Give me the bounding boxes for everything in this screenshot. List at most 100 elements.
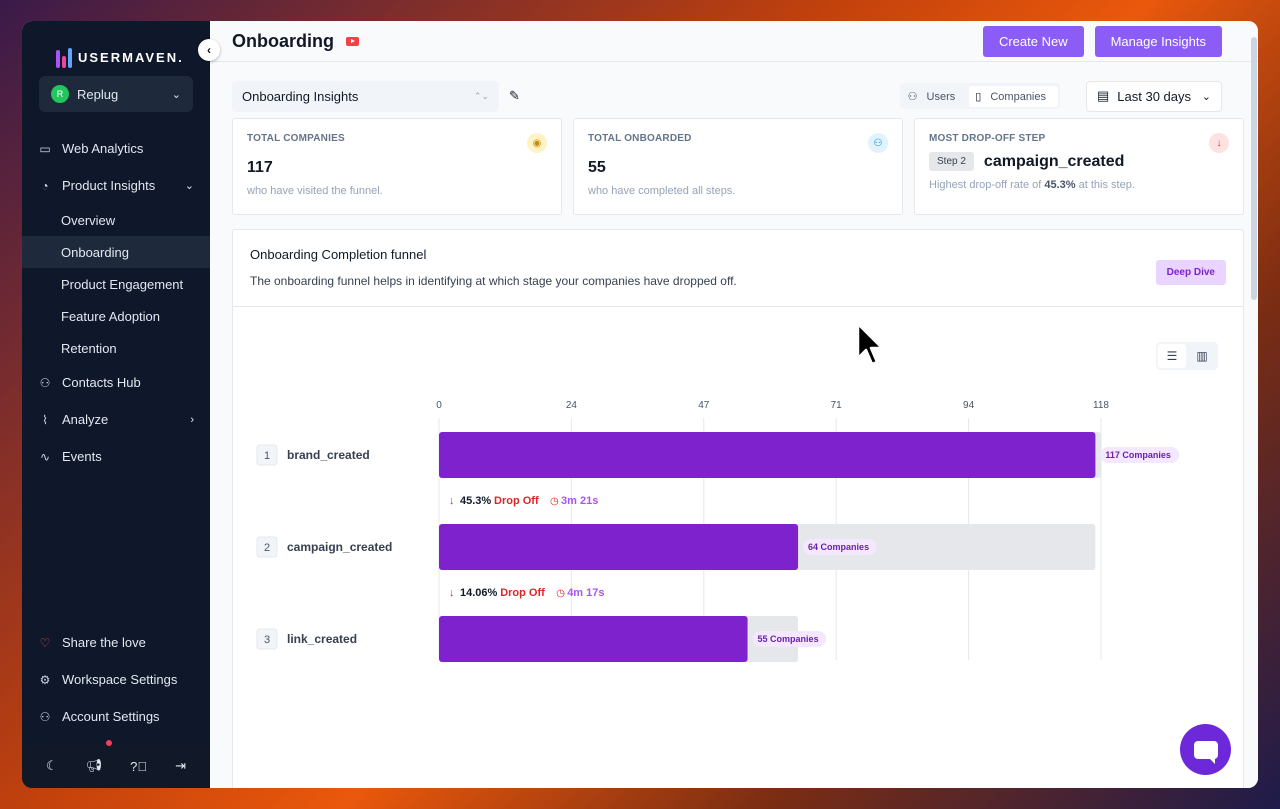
sidebar-footer: ☾ 📢︎ ?⃝ ⇥ — [22, 738, 210, 788]
insight-select-value: Onboarding Insights — [242, 88, 359, 104]
bar — [439, 524, 799, 570]
collapse-sidebar-button[interactable]: ‹ — [198, 39, 220, 61]
scrollbar[interactable] — [1250, 21, 1258, 788]
clock-icon: ◷ — [556, 588, 565, 599]
deep-dive-button[interactable]: Deep Dive — [1155, 260, 1226, 285]
step-index: 2 — [264, 542, 270, 554]
funnel-title: Onboarding Completion funnel — [250, 247, 427, 262]
chat-button[interactable] — [1180, 724, 1231, 775]
drop-off-rate: 45.3% — [460, 495, 491, 507]
workspace-selector[interactable]: R Replug ⌄ — [39, 76, 193, 112]
sidebar-subitem-onboarding[interactable]: Onboarding — [22, 236, 210, 268]
users-icon: ⚇ — [868, 133, 888, 153]
edit-icon[interactable]: ✎ — [509, 88, 520, 104]
sidebar-item-web-analytics[interactable]: ▭ Web Analytics — [22, 130, 210, 167]
workspace-name: Replug — [77, 86, 119, 102]
date-range-picker[interactable]: ▤ Last 30 days ⌄ — [1086, 80, 1222, 112]
most-drop-off-card: MOST DROP-OFF STEP Step 2 campaign_creat… — [914, 118, 1244, 215]
arrow-down-icon: ↓ — [449, 587, 455, 599]
sidebar-item-label: Account Settings — [62, 709, 160, 724]
page-title: Onboarding — [232, 30, 334, 51]
step-badge: Step 2 — [929, 152, 974, 171]
sidebar-item-account-settings[interactable]: ⚇ Account Settings — [22, 698, 210, 735]
entity-toggle: ⚇ Users ▯ Companies — [899, 83, 1060, 109]
card-value: 55 — [588, 159, 606, 176]
manage-insights-button[interactable]: Manage Insights — [1094, 25, 1222, 57]
toggle-users[interactable]: ⚇ Users — [902, 86, 968, 107]
sidebar-item-label: Workspace Settings — [62, 672, 178, 687]
card-label: TOTAL ONBOARDED — [588, 133, 692, 144]
drop-off-time: 3m 21s — [561, 495, 598, 507]
step-index: 3 — [264, 634, 270, 646]
card-subtext-prefix: Highest drop-off rate of — [929, 179, 1045, 191]
step-name: brand_created — [287, 448, 370, 462]
sidebar-item-label: Web Analytics — [62, 141, 144, 156]
drop-off-time: 4m 17s — [567, 587, 604, 599]
logout-icon[interactable]: ⇥ — [175, 758, 186, 774]
chevron-down-icon: ⌄ — [184, 180, 194, 192]
sidebar-item-label: Contacts Hub — [62, 375, 141, 390]
card-subtext: Highest drop-off rate of 45.3% at this s… — [929, 179, 1229, 191]
total-onboarded-card: TOTAL ONBOARDED 55 who have completed al… — [573, 118, 903, 215]
sidebar-subitem-retention[interactable]: Retention — [22, 332, 210, 364]
funnel-panel: Onboarding Completion funnel The onboard… — [232, 229, 1244, 788]
sidebar-item-workspace-settings[interactable]: ⚙ Workspace Settings — [22, 661, 210, 698]
clock-icon: ◷ — [550, 496, 559, 507]
scrollbar-thumb[interactable] — [1251, 37, 1257, 300]
card-label: MOST DROP-OFF STEP — [929, 133, 1046, 144]
toggle-users-label: Users — [926, 90, 956, 103]
page-header: Onboarding Create New Manage Insights — [210, 21, 1258, 62]
sidebar-bottom-nav: ♡ Share the love ⚙ Workspace Settings ⚇ … — [22, 624, 210, 735]
horizontal-bar-icon[interactable]: ☰ — [1158, 344, 1186, 368]
sidebar: USERMAVEN. ‹ R Replug ⌄ ▭ Web Analytics … — [22, 21, 220, 788]
axis-tick-label: 0 — [436, 400, 442, 411]
create-new-button[interactable]: Create New — [982, 25, 1084, 57]
eye-icon: ◉ — [527, 133, 547, 153]
youtube-icon[interactable] — [346, 36, 359, 46]
brand-name: USERMAVEN. — [78, 50, 184, 65]
card-label: TOTAL COMPANIES — [247, 133, 345, 144]
sidebar-nav: ▭ Web Analytics ◔ Product Insights ⌄ Ove… — [22, 130, 210, 475]
sidebar-subitem-feature-adoption[interactable]: Feature Adoption — [22, 300, 210, 332]
heart-icon: ♡ — [39, 635, 51, 650]
step-name: campaign_created — [983, 152, 1125, 170]
drop-off-label: Drop Off — [494, 495, 539, 507]
step-index: 1 — [264, 450, 270, 462]
sidebar-subitem-product-engagement[interactable]: Product Engagement — [22, 268, 210, 300]
axis-tick-label: 71 — [831, 400, 843, 411]
announcements-icon[interactable]: 📢︎ — [86, 758, 103, 774]
step-name: campaign_created — [287, 540, 392, 554]
user-icon: ⚇ — [39, 375, 51, 390]
sidebar-item-contacts-hub[interactable]: ⚇ Contacts Hub — [22, 364, 210, 401]
workspace-avatar: R — [51, 85, 69, 103]
drop-off-rate: 45.3% — [1044, 179, 1076, 191]
card-value: 117 — [247, 159, 273, 176]
help-icon[interactable]: ?⃝ — [130, 759, 147, 774]
brand-logo[interactable]: USERMAVEN. — [22, 21, 210, 76]
app-window: USERMAVEN. ‹ R Replug ⌄ ▭ Web Analytics … — [22, 21, 1258, 788]
axis-tick-label: 118 — [1093, 400, 1109, 411]
sidebar-item-label: Product Insights — [62, 178, 156, 193]
user-settings-icon: ⚇ — [39, 709, 51, 724]
bar — [439, 432, 1096, 478]
dark-mode-icon[interactable]: ☾ — [46, 758, 58, 774]
sidebar-item-share-the-love[interactable]: ♡ Share the love — [22, 624, 210, 661]
toggle-companies[interactable]: ▯ Companies — [969, 85, 1058, 107]
sidebar-item-events[interactable]: ∿ Events — [22, 438, 210, 475]
chevron-right-icon: › — [190, 413, 194, 426]
vertical-bar-icon[interactable]: ▥ — [1188, 344, 1216, 368]
funnel-chart: 0 24 47 71 94 118 1 brand_created 117 Companies ↓… — [256, 400, 1180, 662]
value-label: 55 Companies — [758, 634, 819, 644]
value-label: 117 Companies — [1105, 450, 1171, 460]
sidebar-item-analyze[interactable]: ⌇ Analyze › — [22, 401, 210, 438]
funnel-header: Onboarding Completion funnel The onboard… — [233, 230, 1243, 307]
calendar-icon: ▤ — [1097, 88, 1110, 103]
drop-off-rate: 14.06% — [460, 587, 498, 599]
sidebar-item-product-insights[interactable]: ◔ Product Insights ⌄ — [22, 167, 210, 204]
sidebar-item-label: Analyze — [62, 412, 109, 427]
sidebar-subitem-overview[interactable]: Overview — [22, 204, 210, 236]
date-range-value: Last 30 days — [1117, 88, 1192, 104]
sidebar-item-label: Events — [62, 449, 102, 464]
insight-select[interactable]: Onboarding Insights ⌃⌄ — [232, 80, 499, 112]
main-content: Onboarding Create New Manage Insights On… — [210, 21, 1258, 788]
